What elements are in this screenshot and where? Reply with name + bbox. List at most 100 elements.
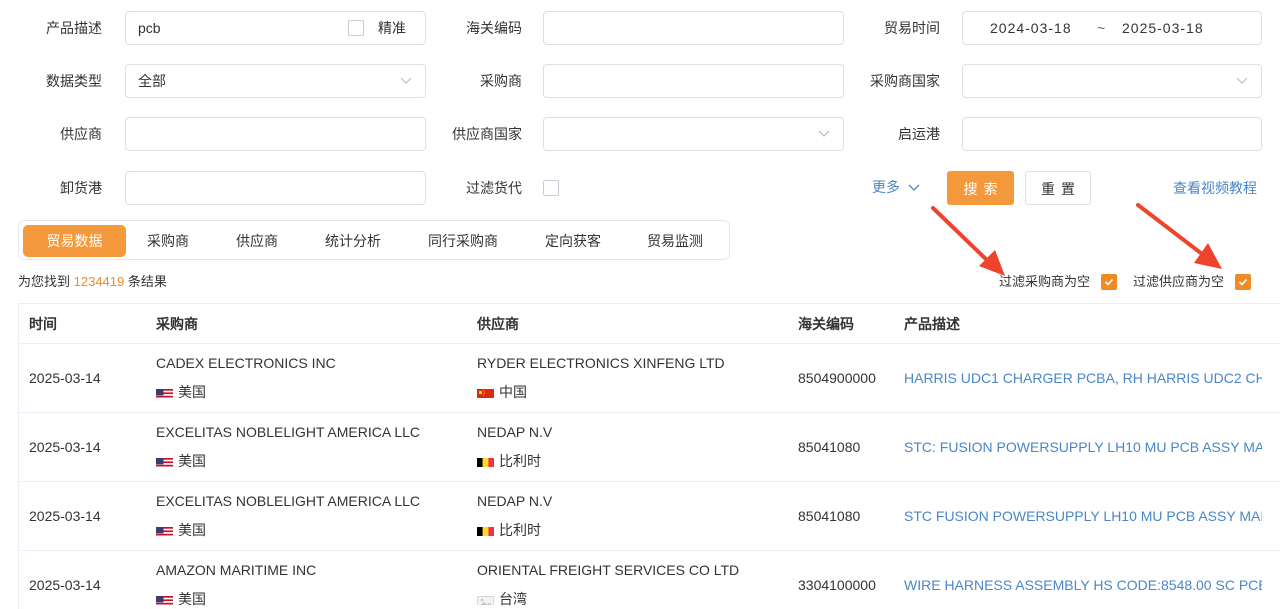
row-hs-code: 3304100000 — [798, 577, 876, 593]
reset-button[interactable]: 重置 — [1025, 171, 1091, 205]
header-date: 时间 — [29, 316, 57, 332]
row-buyer-link[interactable]: EXCELITAS NOBLELIGHT AMERICA LLC — [156, 423, 420, 441]
tab-peer-buyers[interactable]: 同行采购商 — [413, 225, 513, 257]
trade-time-start[interactable]: 2024-03-18 — [990, 12, 1072, 44]
video-tutorial-link[interactable]: 查看视频教程 — [1173, 178, 1257, 198]
row-product-desc[interactable]: STC FUSION POWERSUPPLY LH10 MU PCB ASSY … — [904, 482, 1262, 550]
row-supplier-country: 台湾 — [477, 589, 527, 609]
country-name: 比利时 — [499, 453, 541, 469]
trade-time-end[interactable]: 2025-03-18 — [1122, 12, 1204, 44]
table-row: 2025-03-14 EXCELITAS NOBLELIGHT AMERICA … — [19, 413, 1280, 482]
result-tabs: 贸易数据 采购商 供应商 统计分析 同行采购商 定向获客 贸易监测 — [18, 220, 730, 260]
trade-data-table: 时间 采购商 供应商 海关编码 产品描述 2025-03-14 CADEX EL… — [18, 303, 1280, 609]
us-flag-icon — [156, 455, 173, 467]
row-supplier-country: 比利时 — [477, 451, 541, 471]
row-buyer-country: 美国 — [156, 451, 206, 471]
us-flag-icon — [156, 593, 173, 605]
trade-time-separator: ~ — [1097, 20, 1107, 36]
buyer-country-label: 采购商国家 — [870, 73, 940, 89]
header-hs-code: 海关编码 — [798, 316, 854, 332]
china-flag-icon — [477, 386, 494, 398]
row-supplier-country: 比利时 — [477, 520, 541, 540]
row-supplier-country: 中国 — [477, 382, 527, 402]
row-buyer-country: 美国 — [156, 520, 206, 540]
annotation-arrow-icon — [1136, 203, 1222, 269]
check-icon — [1104, 278, 1114, 286]
tab-trade-monitoring[interactable]: 贸易监测 — [633, 225, 717, 257]
filter-empty-supplier-checkbox[interactable] — [1235, 274, 1251, 290]
country-name: 美国 — [178, 522, 206, 538]
tab-statistics[interactable]: 统计分析 — [311, 225, 395, 257]
us-flag-icon — [156, 386, 173, 398]
row-supplier-link[interactable]: NEDAP N.V — [477, 423, 552, 441]
tab-targeted-acquisition[interactable]: 定向获客 — [531, 225, 615, 257]
chevron-down-icon — [399, 73, 413, 87]
supplier-country-label: 供应商国家 — [452, 126, 522, 142]
buyer-country-select[interactable] — [962, 64, 1262, 98]
row-product-desc[interactable]: STC: FUSION POWERSUPPLY LH10 MU PCB ASSY… — [904, 413, 1262, 481]
row-product-desc[interactable]: HARRIS UDC1 CHARGER PCBA, RH HARRIS UDC2… — [904, 344, 1262, 412]
result-count: 为您找到 1234419 条结果 — [18, 272, 167, 292]
result-prefix: 为您找到 — [18, 274, 71, 289]
row-date: 2025-03-14 — [29, 508, 101, 524]
row-hs-code: 8504900000 — [798, 370, 876, 386]
row-buyer-link[interactable]: CADEX ELECTRONICS INC — [156, 354, 336, 372]
result-number: 1234419 — [73, 274, 125, 289]
buyer-input[interactable] — [543, 64, 844, 98]
row-buyer-country: 美国 — [156, 382, 206, 402]
row-buyer-country: 美国 — [156, 589, 206, 609]
row-date: 2025-03-14 — [29, 439, 101, 455]
image-placeholder-icon — [477, 593, 494, 605]
chevron-down-icon — [1235, 73, 1249, 87]
filter-forwarder-label: 过滤货代 — [466, 180, 522, 196]
supplier-label: 供应商 — [60, 126, 102, 142]
hs-code-input[interactable] — [543, 11, 844, 45]
check-icon — [1238, 278, 1248, 286]
buyer-label: 采购商 — [480, 73, 522, 89]
trade-time-range[interactable]: 2024-03-18 ~ 2025-03-18 — [962, 11, 1262, 45]
country-name: 美国 — [178, 384, 206, 400]
trade-time-label: 贸易时间 — [884, 20, 940, 36]
dest-port-label: 卸货港 — [60, 180, 102, 196]
chevron-down-icon — [908, 178, 920, 198]
row-supplier-link[interactable]: RYDER ELECTRONICS XINFENG LTD — [477, 354, 725, 372]
tab-suppliers[interactable]: 供应商 — [221, 225, 293, 257]
more-toggle[interactable]: 更多 — [872, 177, 920, 198]
belgium-flag-icon — [477, 455, 494, 467]
filter-forwarder-checkbox[interactable] — [543, 180, 559, 196]
row-date: 2025-03-14 — [29, 370, 101, 386]
row-supplier-link[interactable]: NEDAP N.V — [477, 492, 552, 510]
header-buyer: 采购商 — [156, 316, 198, 332]
exact-match-checkbox[interactable] — [348, 20, 364, 36]
filter-empty-buyer-checkbox[interactable] — [1101, 274, 1117, 290]
tab-trade-data[interactable]: 贸易数据 — [23, 225, 126, 257]
row-hs-code: 85041080 — [798, 508, 861, 524]
table-row: 2025-03-14 CADEX ELECTRONICS INC 美国 RYDE… — [19, 344, 1280, 413]
hs-code-label: 海关编码 — [466, 20, 522, 36]
country-name: 美国 — [178, 453, 206, 469]
country-name: 中国 — [499, 384, 527, 400]
exact-match-label: 精准 — [378, 20, 406, 36]
product-desc-value: pcb — [138, 20, 161, 36]
result-suffix: 条结果 — [127, 274, 167, 289]
belgium-flag-icon — [477, 524, 494, 536]
tab-buyers[interactable]: 采购商 — [132, 225, 204, 257]
supplier-input[interactable] — [125, 117, 426, 151]
table-row: 2025-03-14 EXCELITAS NOBLELIGHT AMERICA … — [19, 482, 1280, 551]
row-supplier-link[interactable]: ORIENTAL FREIGHT SERVICES CO LTD — [477, 561, 739, 579]
product-desc-input[interactable]: pcb 精准 — [125, 11, 426, 45]
data-type-value: 全部 — [138, 73, 166, 89]
row-product-desc[interactable]: WIRE HARNESS ASSEMBLY HS CODE:8548.00 SC… — [904, 551, 1262, 609]
country-name: 比利时 — [499, 522, 541, 538]
dest-port-input[interactable] — [125, 171, 426, 205]
row-buyer-link[interactable]: EXCELITAS NOBLELIGHT AMERICA LLC — [156, 492, 420, 510]
data-type-label: 数据类型 — [46, 73, 102, 89]
supplier-country-select[interactable] — [543, 117, 844, 151]
data-type-select[interactable]: 全部 — [125, 64, 426, 98]
row-buyer-link[interactable]: AMAZON MARITIME INC — [156, 561, 316, 579]
country-name: 美国 — [178, 591, 206, 607]
origin-port-label: 启运港 — [898, 126, 940, 142]
origin-port-input[interactable] — [962, 117, 1262, 151]
header-supplier: 供应商 — [477, 316, 519, 332]
more-label: 更多 — [872, 179, 900, 195]
